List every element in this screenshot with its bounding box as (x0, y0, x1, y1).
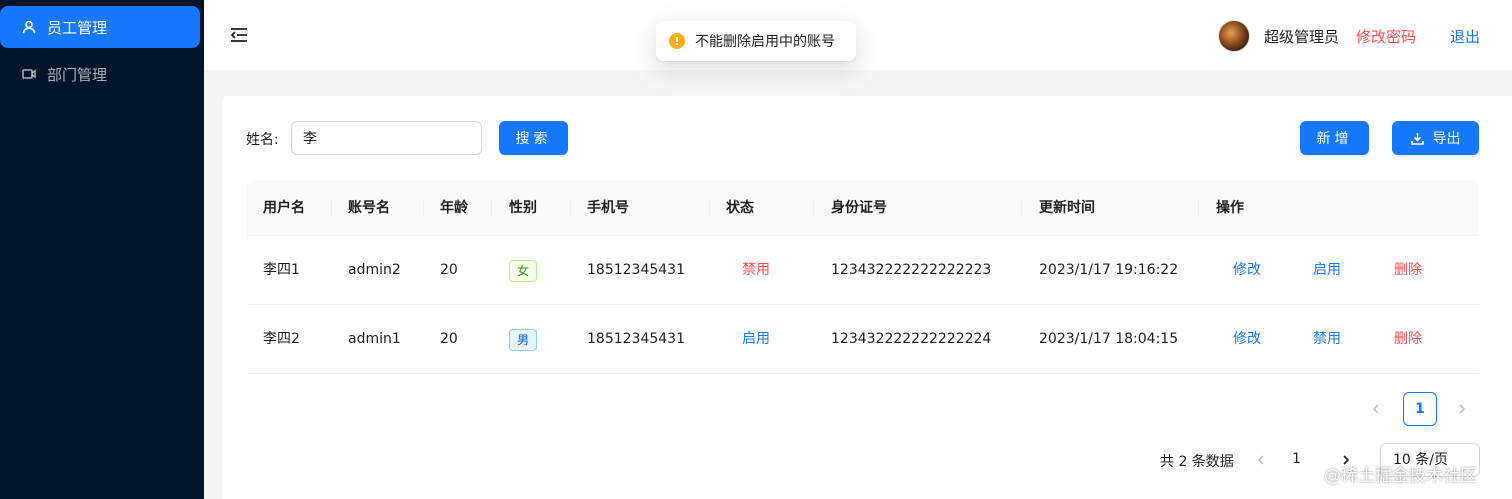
page-number[interactable]: 1 (1292, 451, 1301, 467)
export-label: 导出 (1432, 131, 1461, 147)
column-header: 用户名 (263, 200, 305, 216)
cell-username: 李四2 (263, 331, 300, 347)
chevron-right-icon (1459, 404, 1466, 414)
menu-fold-icon[interactable] (230, 27, 248, 43)
column-header: 年龄 (440, 200, 468, 216)
cell-updated-time: 2023/1/17 19:16:22 (1039, 262, 1179, 278)
cell-id-number: 123432222222222224 (831, 331, 992, 347)
cell-age: 20 (440, 262, 458, 278)
cell-phone: 18512345431 (587, 262, 685, 278)
export-button[interactable]: 导出 (1392, 121, 1479, 155)
column-header: 状态 (726, 200, 754, 216)
chevron-left-icon (1372, 404, 1379, 414)
header: 超级管理员 修改密码 退出 (204, 0, 1512, 70)
total-count: 共 2 条数据 (1160, 454, 1234, 470)
username: 超级管理员 (1264, 28, 1340, 46)
change-password-link[interactable]: 修改密码 (1356, 26, 1416, 47)
add-button[interactable]: 新增 (1300, 121, 1369, 155)
name-search-input[interactable] (291, 121, 482, 155)
status-text: 禁用 (742, 262, 770, 278)
column-header: 手机号 (587, 200, 629, 216)
delete-link[interactable]: 删除 (1394, 305, 1422, 374)
content-card: 姓名: 搜索 新增 导出 用户名 账号名 年龄 性别 手机号 状态 身份证号 更… (222, 96, 1512, 499)
table-header: 用户名 账号名 年龄 性别 手机号 状态 身份证号 更新时间 操作 (247, 180, 1479, 236)
warning-toast: ! 不能删除启用中的账号 (656, 21, 856, 61)
next-page-button[interactable] (1446, 393, 1478, 425)
video-camera-icon (22, 67, 36, 81)
status-text: 启用 (742, 331, 770, 347)
table-row: 李四2 admin1 20 男 18512345431 启用 123432222… (247, 305, 1479, 374)
cell-account: admin1 (348, 331, 401, 347)
column-header: 账号名 (348, 200, 390, 216)
watermark: @稀土掘金技术社区 (1324, 466, 1477, 486)
sidebar-item-label: 部门管理 (47, 65, 108, 84)
table-row: 李四1 admin2 20 女 18512345431 禁用 123432222… (247, 236, 1479, 305)
sidebar-item-label: 员工管理 (47, 18, 108, 37)
chevron-left-icon (1257, 455, 1264, 465)
gender-tag: 女 (509, 260, 538, 282)
column-header: 身份证号 (831, 200, 887, 216)
toggle-status-link[interactable]: 启用 (1313, 236, 1341, 305)
prev-page-button-2[interactable] (1245, 444, 1277, 476)
cell-username: 李四1 (263, 262, 300, 278)
search-label: 姓名: (246, 132, 279, 148)
sidebar-item-department-management[interactable]: 部门管理 (0, 53, 200, 95)
delete-link[interactable]: 删除 (1394, 236, 1422, 305)
search-button[interactable]: 搜索 (499, 121, 568, 155)
column-header: 更新时间 (1039, 200, 1095, 216)
toast-message: 不能删除启用中的账号 (695, 34, 835, 50)
cell-age: 20 (440, 331, 458, 347)
gender-tag: 男 (509, 329, 538, 351)
warning-icon: ! (669, 33, 685, 49)
download-icon (1410, 132, 1424, 145)
toggle-status-link[interactable]: 禁用 (1313, 305, 1341, 374)
page-1-button[interactable]: 1 (1403, 392, 1437, 426)
prev-page-button[interactable] (1360, 393, 1392, 425)
edit-link[interactable]: 修改 (1233, 236, 1261, 305)
column-header: 性别 (509, 200, 537, 216)
cell-updated-time: 2023/1/17 18:04:15 (1039, 331, 1179, 347)
sidebar-item-employee-management[interactable]: 员工管理 (0, 6, 200, 48)
edit-link[interactable]: 修改 (1233, 305, 1261, 374)
cell-phone: 18512345431 (587, 331, 685, 347)
avatar[interactable] (1218, 20, 1250, 52)
employee-table: 用户名 账号名 年龄 性别 手机号 状态 身份证号 更新时间 操作 李四1 ad… (247, 180, 1479, 374)
user-icon (22, 20, 36, 34)
logout-link[interactable]: 退出 (1450, 26, 1480, 47)
sidebar: 员工管理 部门管理 (0, 0, 204, 499)
cell-id-number: 123432222222222223 (831, 262, 992, 278)
cell-account: admin2 (348, 262, 401, 278)
column-header: 操作 (1216, 200, 1244, 216)
